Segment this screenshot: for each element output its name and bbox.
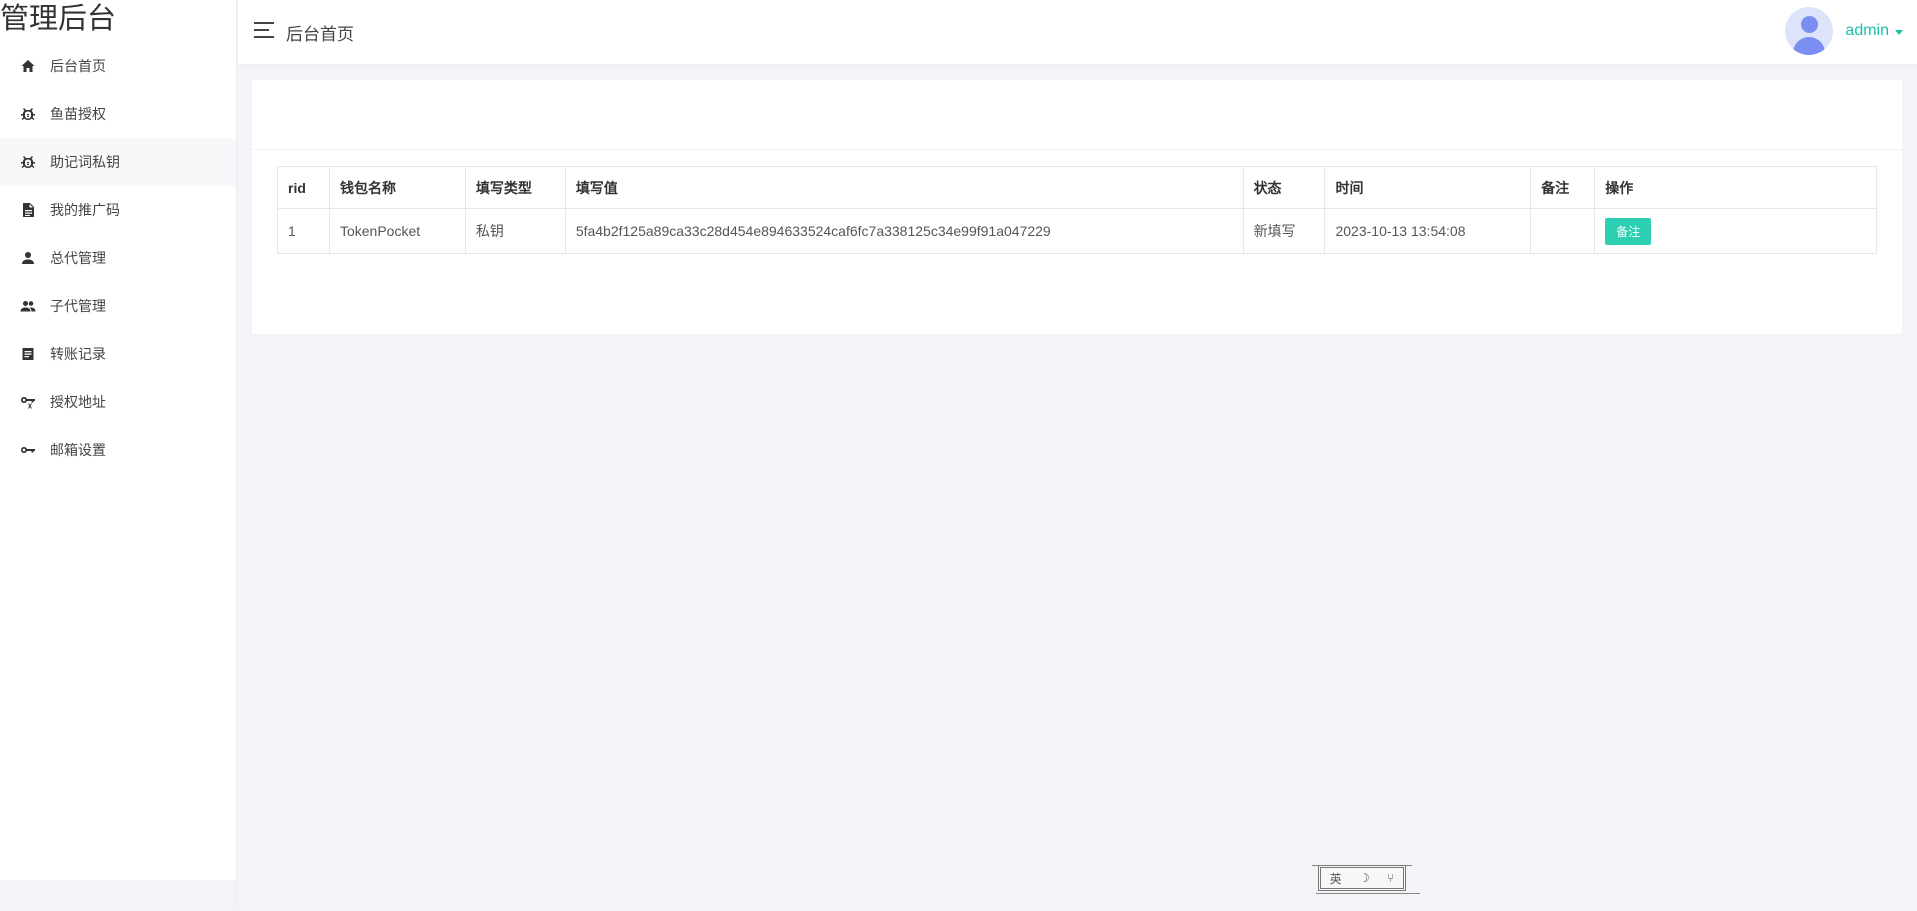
moon-icon[interactable]: ☽ bbox=[1359, 871, 1370, 885]
column-header: rid bbox=[277, 166, 330, 209]
sidebar-item-label: 助记词私钥 bbox=[50, 154, 120, 170]
column-header: 填写类型 bbox=[464, 166, 566, 209]
records-table: rid 钱包名称 填写类型 填写值 状态 时间 备注 操作 1 TokenPoc… bbox=[277, 166, 1877, 254]
column-header: 钱包名称 bbox=[328, 166, 466, 209]
sidebar-item-label: 总代管理 bbox=[50, 250, 106, 266]
column-header: 状态 bbox=[1242, 166, 1326, 209]
sidebar-item-label: 子代管理 bbox=[50, 298, 106, 314]
cell-type: 私钥 bbox=[464, 208, 566, 254]
sidebar-item-transfer-records[interactable]: 转账记录 bbox=[0, 330, 236, 378]
sidebar-item-general-agent[interactable]: 总代管理 bbox=[0, 234, 236, 282]
sidebar-item-mnemonic-key[interactable]: 助记词私钥 bbox=[0, 138, 236, 186]
chevron-down-icon[interactable] bbox=[1895, 30, 1903, 35]
content-card: rid 钱包名称 填写类型 填写值 状态 时间 备注 操作 1 TokenPoc… bbox=[252, 80, 1902, 334]
cell-value: 5fa4b2f125a89ca33c28d454e894633524caf6fc… bbox=[564, 208, 1244, 254]
sidebar-item-label: 后台首页 bbox=[50, 58, 106, 74]
column-header: 填写值 bbox=[564, 166, 1244, 209]
language-toggle-icon[interactable]: 英 bbox=[1330, 870, 1342, 887]
column-header: 时间 bbox=[1324, 166, 1532, 209]
sidebar-item-promo-code[interactable]: 我的推广码 bbox=[0, 186, 236, 234]
punctuation-icon[interactable]: ⑂ bbox=[1387, 871, 1394, 885]
sidebar-footer bbox=[0, 880, 237, 908]
app-logo: 管理后台 bbox=[0, 1, 117, 35]
sidebar-item-label: 邮箱设置 bbox=[50, 442, 106, 458]
cell-action: 备注 bbox=[1594, 208, 1877, 254]
sidebar-menu: 后台首页 鱼苗授权 助记词私钥 我的推广码 总代管理 子代管理 转账记录 授权地… bbox=[0, 42, 236, 474]
sidebar-item-label: 转账记录 bbox=[50, 346, 106, 362]
sidebar-item-label: 我的推广码 bbox=[50, 202, 120, 218]
sidebar-item-auth-address[interactable]: 授权地址 bbox=[0, 378, 236, 426]
sidebar-item-label: 鱼苗授权 bbox=[50, 106, 106, 122]
top-header: 后台首页 admin bbox=[238, 0, 1917, 65]
sidebar-item-label: 授权地址 bbox=[50, 394, 106, 410]
user-menu[interactable]: admin bbox=[1845, 22, 1889, 40]
receipt-icon bbox=[20, 346, 36, 362]
records-table-wrapper: rid 钱包名称 填写类型 填写值 状态 时间 备注 操作 1 TokenPoc… bbox=[277, 166, 1877, 254]
home-icon bbox=[20, 58, 36, 74]
cell-note bbox=[1530, 208, 1596, 254]
sidebar-item-sub-agent[interactable]: 子代管理 bbox=[0, 282, 236, 330]
cell-wallet: TokenPocket bbox=[328, 208, 466, 254]
ime-toolbar: 英 ☽ ⑂ bbox=[1318, 865, 1406, 891]
person-icon bbox=[20, 250, 36, 266]
bug-icon bbox=[20, 106, 36, 122]
sidebar-item-home[interactable]: 后台首页 bbox=[0, 42, 236, 90]
menu-toggle-icon[interactable] bbox=[254, 22, 274, 38]
cell-status: 新填写 bbox=[1242, 208, 1326, 254]
sidebar-item-fish-auth[interactable]: 鱼苗授权 bbox=[0, 90, 236, 138]
card-header bbox=[252, 80, 1902, 150]
column-header: 备注 bbox=[1530, 166, 1596, 209]
avatar[interactable] bbox=[1785, 7, 1833, 55]
key-x-icon bbox=[20, 394, 36, 410]
table-row: 1 TokenPocket 私钥 5fa4b2f125a89ca33c28d45… bbox=[277, 208, 1877, 254]
key-icon bbox=[20, 442, 36, 458]
people-icon bbox=[20, 298, 36, 314]
ime-widget[interactable]: 英 ☽ ⑂ bbox=[1312, 862, 1420, 896]
sidebar-item-email-settings[interactable]: 邮箱设置 bbox=[0, 426, 236, 474]
cell-time: 2023-10-13 13:54:08 bbox=[1324, 208, 1532, 254]
breadcrumb: 后台首页 bbox=[286, 25, 354, 44]
cell-rid: 1 bbox=[277, 208, 330, 254]
note-button[interactable]: 备注 bbox=[1605, 217, 1652, 245]
column-header: 操作 bbox=[1594, 166, 1877, 209]
document-icon bbox=[20, 202, 36, 218]
bug-icon bbox=[20, 154, 36, 170]
sidebar: 管理后台 后台首页 鱼苗授权 助记词私钥 我的推广码 总代管理 子代管理 转账记… bbox=[0, 0, 237, 880]
table-header-row: rid 钱包名称 填写类型 填写值 状态 时间 备注 操作 bbox=[277, 166, 1877, 209]
